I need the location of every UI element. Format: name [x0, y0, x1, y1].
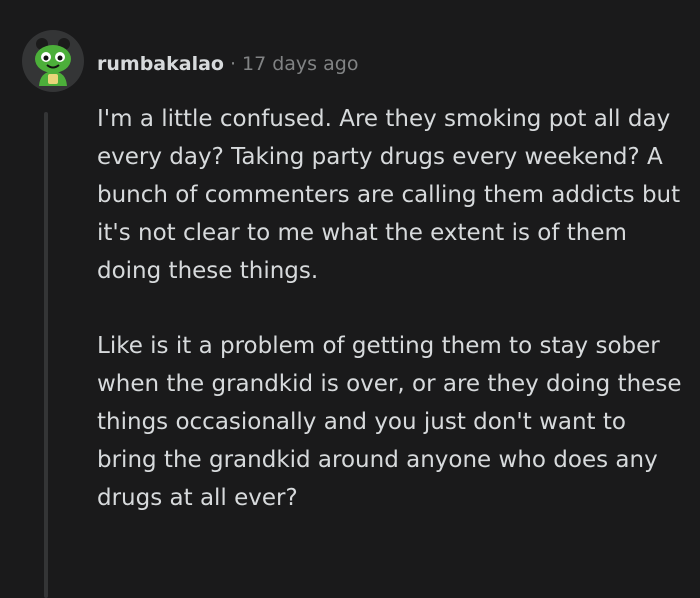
comment: rumbakalao · 17 days ago I'm a little conf…	[0, 0, 700, 598]
comment-meta: rumbakalao · 17 days ago	[97, 50, 358, 78]
comment-paragraph: I'm a little confused. Are they smoking …	[97, 106, 681, 284]
avatar-icon	[22, 30, 84, 92]
thread-line[interactable]	[44, 112, 48, 598]
user-avatar[interactable]	[22, 30, 84, 92]
meta-separator: ·	[229, 53, 237, 75]
comment-paragraph: Like is it a problem of getting them to …	[97, 333, 682, 511]
comment-timestamp[interactable]: 17 days ago	[242, 53, 358, 75]
author-username[interactable]: rumbakalao	[97, 53, 224, 75]
comment-body: I'm a little confused. Are they smoking …	[97, 100, 687, 517]
